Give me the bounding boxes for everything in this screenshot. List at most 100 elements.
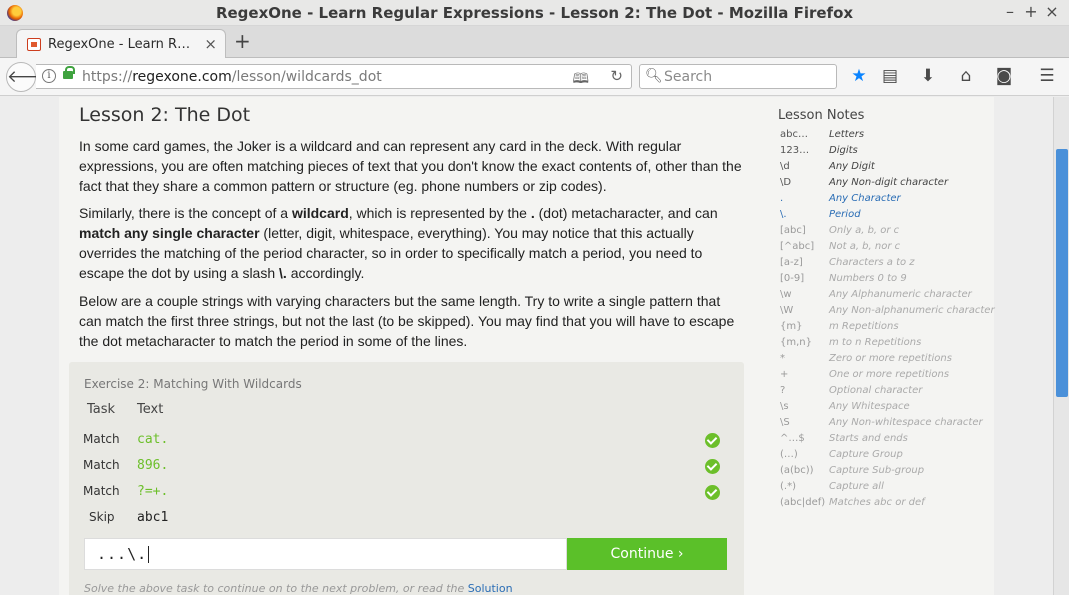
search-icon: 🔍︎	[645, 68, 663, 84]
note-description: Capture Sub-group	[829, 465, 925, 476]
lesson-notes-title: Lesson Notes	[778, 108, 865, 123]
url-scheme: https://	[82, 69, 133, 85]
window-titlebar: RegexOne - Learn Regular Expressions - L…	[0, 0, 1069, 26]
regexone-favicon-icon	[27, 38, 41, 51]
vertical-scrollbar[interactable]	[1053, 97, 1069, 595]
lesson-note-item: [abc] Only a, b, or c	[778, 225, 998, 241]
note-description: Optional character	[829, 385, 923, 396]
note-syntax: \w	[780, 289, 792, 300]
back-button[interactable]: 🡐	[6, 62, 53, 92]
lesson-note-item: \W Any Non-alphanumeric character	[778, 305, 998, 321]
row-task-label: Match	[83, 432, 120, 446]
note-syntax: (.*)	[780, 481, 796, 492]
bookmarks-library-icon[interactable]: ▤	[879, 66, 901, 86]
success-check-icon	[705, 459, 720, 474]
note-description: Any Alphanumeric character	[829, 289, 972, 300]
row-text: 896.	[137, 458, 169, 473]
note-description: Not a, b, nor c	[829, 241, 901, 252]
tab-close-icon[interactable]: ×	[204, 35, 217, 53]
column-header-task: Task	[87, 402, 116, 417]
note-syntax: {m}	[780, 321, 803, 332]
lesson-paragraph-2: Similarly, there is the concept of a wil…	[79, 205, 718, 281]
note-syntax: \.	[780, 209, 787, 220]
menu-icon[interactable]: ☰	[1036, 66, 1058, 86]
reload-icon[interactable]: ↻	[610, 67, 623, 85]
tab-strip: RegexOne - Learn R… × +	[0, 26, 1069, 59]
search-placeholder: Search	[664, 69, 713, 85]
window-title: RegexOne - Learn Regular Expressions - L…	[215, 4, 854, 22]
note-description: Any Whitespace	[829, 401, 910, 412]
lesson-note-item: \w Any Alphanumeric character	[778, 289, 998, 305]
site-info-icon[interactable]: i	[42, 69, 56, 83]
note-description: Zero or more repetitions	[829, 353, 952, 364]
lesson-note-item: ^…$ Starts and ends	[778, 433, 998, 449]
note-syntax: +	[780, 369, 789, 380]
row-task-label: Skip	[89, 510, 115, 524]
row-task-label: Match	[83, 458, 120, 472]
bookmark-star-icon[interactable]: ★	[848, 66, 870, 86]
note-description: Any Character	[829, 193, 901, 204]
lesson-note-item: + One or more repetitions	[778, 369, 998, 385]
note-description: Capture Group	[829, 449, 903, 460]
lesson-note-item: * Zero or more repetitions	[778, 353, 998, 369]
home-icon[interactable]: ⌂	[955, 66, 977, 86]
column-header-text: Text	[137, 402, 164, 417]
note-description: Any Non-digit character	[829, 177, 949, 188]
lesson-paragraph-3: Below are a couple strings with varying …	[79, 293, 735, 349]
note-description: Only a, b, or c	[829, 225, 900, 236]
note-description: m Repetitions	[829, 321, 899, 332]
url-text[interactable]: https://regexone.com/lesson/wildcards_do…	[82, 69, 382, 85]
note-syntax: \S	[780, 417, 790, 428]
lesson-page: Lesson 2: The Dot In some card games, th…	[59, 97, 995, 595]
note-description: Characters a to z	[829, 257, 915, 268]
tab-label: RegexOne - Learn R…	[48, 37, 191, 52]
solution-link[interactable]: Solution	[468, 582, 513, 595]
downloads-icon[interactable]: ⬇	[917, 66, 939, 86]
lock-icon	[63, 66, 75, 79]
exercise-panel: Exercise 2: Matching With Wildcards Task…	[69, 362, 744, 595]
note-syntax: \W	[780, 305, 794, 316]
page-viewport: Lesson 2: The Dot In some card games, th…	[0, 97, 1053, 595]
close-window-button[interactable]: ×	[1042, 2, 1062, 21]
maximize-button[interactable]: +	[1021, 2, 1041, 21]
note-description: Starts and ends	[829, 433, 908, 444]
tab-regexone[interactable]: RegexOne - Learn R… ×	[16, 29, 226, 59]
lesson-paragraph-1: In some card games, the Joker is a wildc…	[79, 138, 742, 194]
scrollbar-thumb[interactable]	[1056, 149, 1068, 397]
lesson-note-item: [^abc] Not a, b, nor c	[778, 241, 998, 257]
note-description: m to n Repetitions	[829, 337, 922, 348]
note-description: One or more repetitions	[829, 369, 950, 380]
note-description: Any Non-whitespace character	[829, 417, 983, 428]
note-description: Digits	[829, 145, 858, 156]
note-syntax: (…)	[780, 449, 798, 460]
lesson-note-item: . Any Character	[778, 193, 998, 209]
lesson-note-item: (.*) Capture all	[778, 481, 998, 497]
note-description: Any Digit	[829, 161, 875, 172]
note-syntax: [0-9]	[780, 273, 805, 284]
url-bar[interactable]: i https://regexone.com/lesson/wildcards_…	[36, 64, 632, 89]
note-syntax: \s	[780, 401, 789, 412]
row-task-label: Match	[83, 484, 120, 498]
note-syntax: [abc]	[780, 225, 806, 236]
continue-button[interactable]: Continue ›	[567, 538, 727, 570]
note-syntax: (abc|def)	[780, 497, 826, 508]
lesson-note-item: (abc|def) Matches abc or def	[778, 497, 998, 513]
row-text: ?=+.	[137, 484, 169, 499]
lesson-notes-list: abc… Letters 123… Digits \d Any Digit \D Any No…	[778, 129, 998, 513]
exercise-hint: Solve the above task to continue on to t…	[84, 582, 513, 595]
lesson-note-item: ? Optional character	[778, 385, 998, 401]
search-bar[interactable]: 🔍︎ Search	[639, 64, 837, 89]
pocket-icon[interactable]: ◙	[993, 66, 1015, 86]
lesson-note-item: \D Any Non-digit character	[778, 177, 998, 193]
note-syntax: *	[780, 353, 785, 364]
row-text: cat.	[137, 432, 169, 447]
new-tab-button[interactable]: +	[234, 29, 251, 53]
note-syntax: (a(bc))	[780, 465, 814, 476]
row-text: abc1	[137, 510, 169, 525]
lesson-title: Lesson 2: The Dot	[79, 104, 251, 126]
regex-answer-input[interactable]: ...\.	[84, 538, 567, 570]
minimize-button[interactable]: –	[1000, 2, 1020, 21]
note-description: Period	[829, 209, 861, 220]
note-syntax: [^abc]	[780, 241, 815, 252]
reader-view-icon[interactable]: 🕮	[572, 68, 589, 92]
